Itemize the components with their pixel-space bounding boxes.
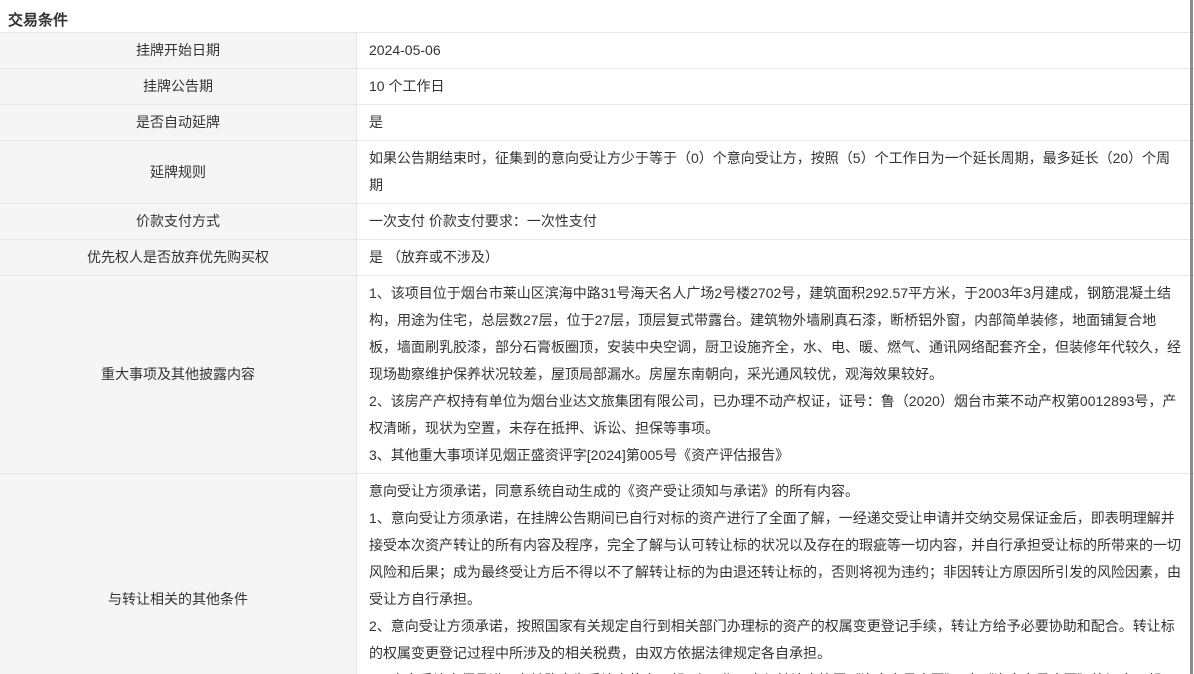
row-label: 重大事项及其他披露内容 [0, 276, 357, 473]
row-label: 挂牌公告期 [0, 69, 357, 104]
row-label: 价款支付方式 [0, 204, 357, 239]
table-row: 是否自动延牌 是 [0, 105, 1194, 141]
table-row: 优先权人是否放弃优先购买权 是 （放弃或不涉及） [0, 240, 1194, 276]
row-value: 一次支付 价款支付要求：一次性支付 [357, 204, 1194, 239]
row-value: 如果公告期结束时，征集到的意向受让方少于等于（0）个意向受让方，按照（5）个工作… [357, 141, 1194, 203]
row-value: 10 个工作日 [357, 69, 1194, 104]
row-label: 延牌规则 [0, 141, 357, 203]
row-label: 与转让相关的其他条件 [0, 474, 357, 674]
conditions-table: 挂牌开始日期 2024-05-06 挂牌公告期 10 个工作日 是否自动延牌 是… [0, 33, 1194, 674]
table-row: 挂牌公告期 10 个工作日 [0, 69, 1194, 105]
row-value: 意向受让方须承诺，同意系统自动生成的《资产受让须知与承诺》的所有内容。 1、意向… [357, 474, 1194, 674]
row-label: 优先权人是否放弃优先购买权 [0, 240, 357, 275]
row-value: 2024-05-06 [357, 33, 1194, 68]
row-label: 是否自动延牌 [0, 105, 357, 140]
row-value: 1、该项目位于烟台市莱山区滨海中路31号海天名人广场2号楼2702号，建筑面积2… [357, 276, 1194, 473]
table-row: 重大事项及其他披露内容 1、该项目位于烟台市莱山区滨海中路31号海天名人广场2号… [0, 276, 1194, 474]
scrollbar[interactable] [1190, 0, 1193, 674]
row-value: 是 （放弃或不涉及） [357, 240, 1194, 275]
table-row: 挂牌开始日期 2024-05-06 [0, 33, 1194, 69]
transaction-conditions-page: 交易条件 挂牌开始日期 2024-05-06 挂牌公告期 10 个工作日 是否自… [0, 0, 1194, 674]
section-title: 交易条件 [0, 0, 1194, 33]
row-label: 挂牌开始日期 [0, 33, 357, 68]
row-value: 是 [357, 105, 1194, 140]
table-row: 延牌规则 如果公告期结束时，征集到的意向受让方少于等于（0）个意向受让方，按照（… [0, 141, 1194, 204]
table-row: 与转让相关的其他条件 意向受让方须承诺，同意系统自动生成的《资产受让须知与承诺》… [0, 474, 1194, 674]
table-row: 价款支付方式 一次支付 价款支付要求：一次性支付 [0, 204, 1194, 240]
